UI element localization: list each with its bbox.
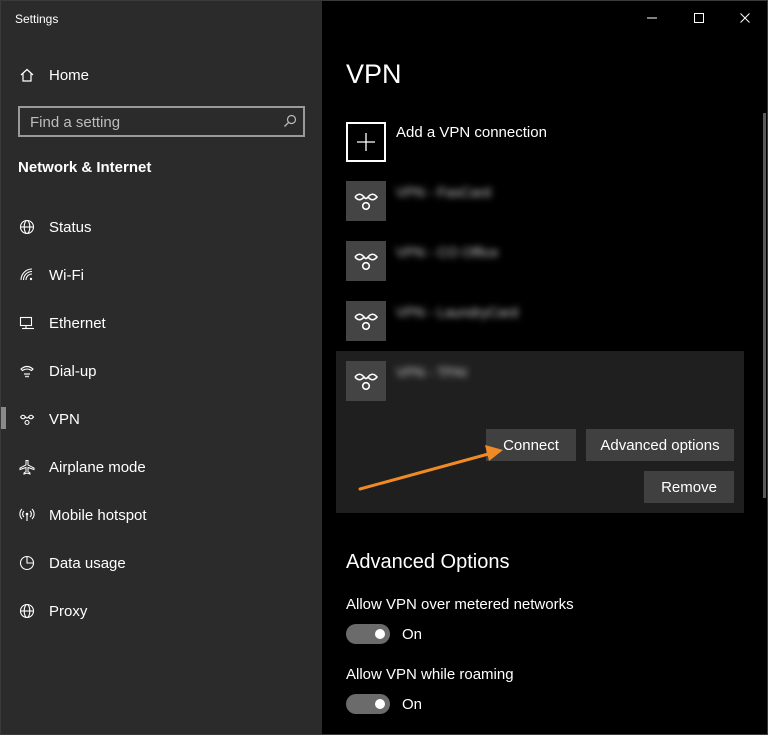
vpn-connection-name: VPN - CO Office (396, 244, 499, 260)
airplane-icon (18, 458, 36, 476)
sidebar-item-label: Data usage (49, 554, 126, 572)
close-icon (740, 13, 750, 23)
toggle-knob (375, 629, 385, 639)
globe-icon (18, 218, 36, 236)
home-link[interactable]: Home (1, 61, 322, 89)
vpn-connection-name: VPN - FasCard (396, 184, 491, 200)
section-title: Network & Internet (18, 159, 152, 176)
add-vpn-connection[interactable]: Add a VPN connection (346, 122, 726, 162)
roaming-toggle[interactable] (346, 694, 390, 714)
maximize-button[interactable] (687, 6, 711, 30)
vpn-connection-item[interactable]: VPN - LaundryCard (346, 301, 726, 341)
settings-window: Settings Home Network & Internet Status (0, 0, 768, 735)
add-vpn-label: Add a VPN connection (396, 124, 547, 141)
vpn-connection-item[interactable]: VPN - TPAI (346, 361, 726, 401)
sidebar-item-label: Ethernet (49, 314, 106, 332)
main-content: VPN Add a VPN connection VPN - FasCard V… (322, 1, 767, 734)
vpn-icon (346, 241, 386, 281)
sidebar-item-status[interactable]: Status (1, 207, 322, 247)
vpn-connection-name: VPN - TPAI (396, 364, 468, 380)
search-input[interactable] (30, 113, 270, 131)
roaming-label: Allow VPN while roaming (346, 666, 514, 683)
sidebar-item-label: Wi-Fi (49, 266, 84, 284)
remove-button[interactable]: Remove (644, 471, 734, 503)
vpn-connection-item[interactable]: VPN - CO Office (346, 241, 726, 281)
metered-networks-toggle[interactable] (346, 624, 390, 644)
vpn-connection-name: VPN - LaundryCard (396, 304, 519, 320)
data-usage-icon (18, 554, 36, 572)
app-title: Settings (15, 12, 59, 26)
roaming-state: On (402, 696, 423, 713)
vpn-icon (346, 181, 386, 221)
connect-button[interactable]: Connect (486, 429, 576, 461)
minimize-button[interactable] (640, 6, 664, 30)
sidebar-item-proxy[interactable]: Proxy (1, 591, 322, 631)
close-button[interactable] (733, 6, 757, 30)
advanced-options-button[interactable]: Advanced options (586, 429, 734, 461)
sidebar-item-label: Proxy (49, 602, 88, 620)
vpn-connection-expanded[interactable]: VPN - TPAI Connect Advanced options Remo… (336, 351, 744, 513)
scrollbar[interactable] (763, 113, 766, 498)
sidebar-item-wifi[interactable]: Wi-Fi (1, 255, 322, 295)
selection-indicator (1, 407, 6, 429)
sidebar-item-data-usage[interactable]: Data usage (1, 543, 322, 583)
vpn-icon (346, 301, 386, 341)
search-icon[interactable] (283, 114, 297, 128)
sidebar-item-label: VPN (49, 410, 80, 428)
vpn-icon (346, 361, 386, 401)
ethernet-icon (18, 314, 36, 332)
wifi-icon (18, 266, 36, 284)
metered-networks-label: Allow VPN over metered networks (346, 596, 574, 613)
globe-icon (18, 602, 36, 620)
sidebar-item-vpn[interactable]: VPN (1, 399, 322, 439)
metered-networks-state: On (402, 626, 423, 643)
sidebar-item-ethernet[interactable]: Ethernet (1, 303, 322, 343)
sidebar-item-mobile-hotspot[interactable]: Mobile hotspot (1, 495, 322, 535)
sidebar-item-label: Status (49, 218, 92, 236)
search-box[interactable] (18, 106, 305, 137)
dialup-icon (18, 362, 36, 380)
home-label: Home (49, 66, 90, 84)
sidebar-item-label: Mobile hotspot (49, 506, 147, 524)
advanced-options-title: Advanced Options (346, 551, 510, 573)
vpn-connection-item[interactable]: VPN - FasCard (346, 181, 726, 221)
page-title: VPN (346, 59, 402, 89)
hotspot-icon (18, 506, 36, 524)
maximize-icon (694, 13, 704, 23)
vpn-icon (18, 410, 36, 428)
sidebar-item-label: Dial-up (49, 362, 97, 380)
sidebar-item-dialup[interactable]: Dial-up (1, 351, 322, 391)
home-icon (18, 66, 36, 84)
sidebar-item-label: Airplane mode (49, 458, 146, 476)
sidebar: Settings Home Network & Internet Status (1, 1, 322, 734)
minimize-icon (647, 17, 657, 19)
plus-icon (346, 122, 386, 162)
toggle-knob (375, 699, 385, 709)
sidebar-item-airplane-mode[interactable]: Airplane mode (1, 447, 322, 487)
